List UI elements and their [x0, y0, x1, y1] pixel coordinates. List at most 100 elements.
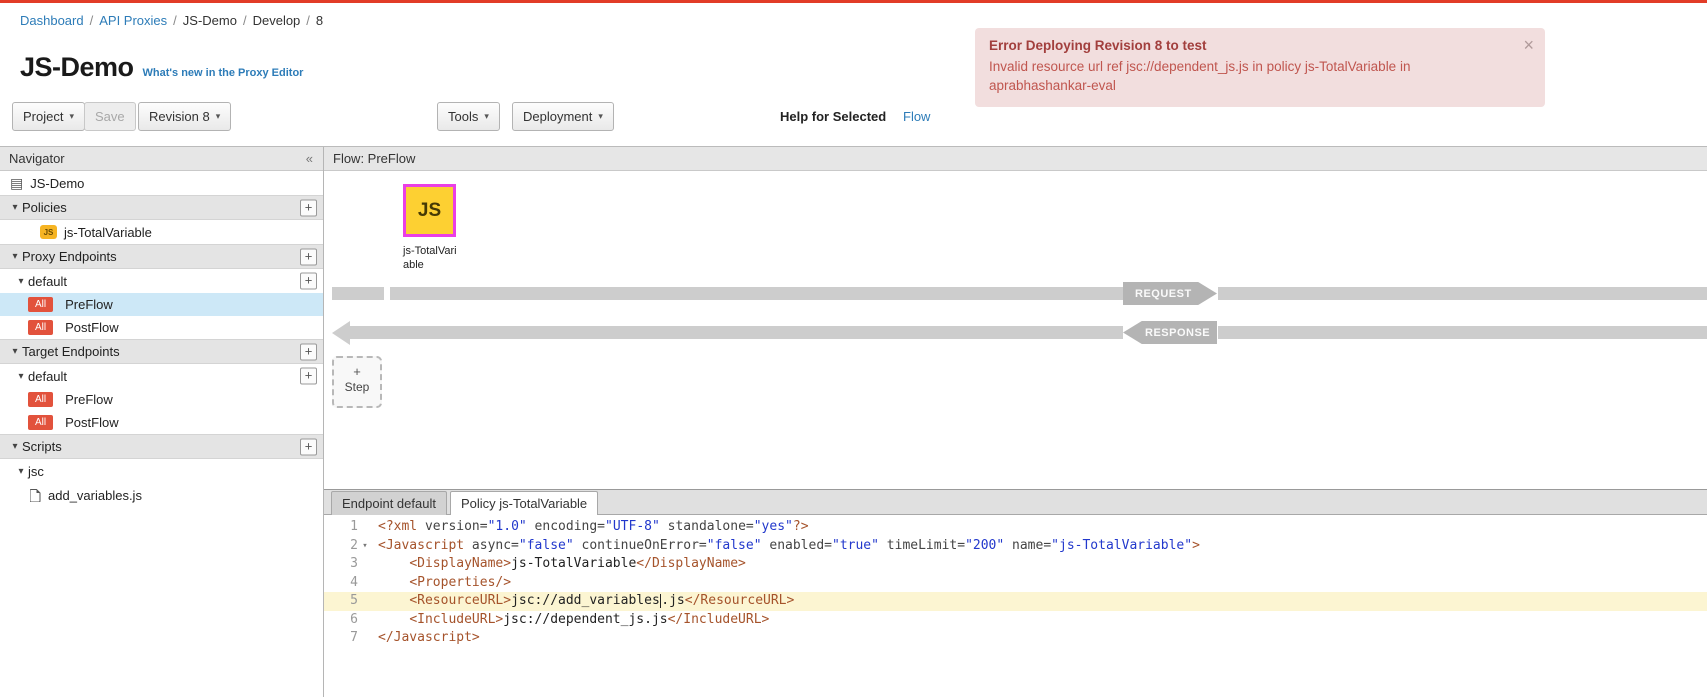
code-text: <ResourceURL>jsc://add_variables.js</Res… [372, 592, 794, 611]
breadcrumb-separator: / [173, 13, 177, 28]
page-header: JS-Demo What's new in the Proxy Editor [20, 52, 303, 83]
fold-gutter [358, 629, 372, 648]
section-label: Proxy Endpoints [22, 249, 117, 264]
nav-item-proxy-root[interactable]: ▤ JS-Demo [0, 171, 323, 195]
section-proxy-endpoints[interactable]: ▾ Proxy Endpoints + [0, 244, 323, 269]
flow-canvas: JS js-TotalVariable REQUEST RESPONSE + S… [324, 171, 1707, 489]
code-text: <IncludeURL>jsc://dependent_js.js</Inclu… [372, 611, 769, 630]
close-icon[interactable]: × [1523, 36, 1534, 54]
request-label-text: REQUEST [1135, 288, 1192, 300]
revision-button[interactable]: Revision 8 ▾ [138, 102, 231, 131]
add-proxy-flow-button[interactable]: + [300, 273, 317, 290]
nav-item-label: js-TotalVariable [64, 225, 152, 240]
nav-item-label: default [28, 274, 67, 289]
add-policy-button[interactable]: + [300, 199, 317, 216]
deployment-button[interactable]: Deployment ▾ [512, 102, 614, 131]
add-proxy-endpoint-button[interactable]: + [300, 248, 317, 265]
nav-item-label: PostFlow [65, 415, 118, 430]
breadcrumb-separator: / [306, 13, 310, 28]
nav-item-jsc-folder[interactable]: ▾ jsc [0, 459, 323, 483]
code-line: 6 <IncludeURL>jsc://dependent_js.js</Inc… [324, 611, 1707, 630]
add-step-label: Step [345, 380, 370, 394]
breadcrumb-dashboard[interactable]: Dashboard [20, 13, 84, 28]
add-target-endpoint-button[interactable]: + [300, 343, 317, 360]
code-text: <DisplayName>js-TotalVariable</DisplayNa… [372, 555, 746, 574]
fold-arrow-icon[interactable]: ▾ [358, 537, 372, 556]
chevron-down-icon: ▾ [14, 371, 28, 382]
nav-item-proxy-preflow[interactable]: All PreFlow [0, 293, 323, 316]
main-area: Navigator « ▤ JS-Demo ▾ Policies + JS js… [0, 146, 1707, 697]
line-number: 6 [324, 611, 358, 630]
all-conditions-badge: All [28, 415, 53, 430]
project-button-label: Project [23, 109, 63, 124]
line-number: 7 [324, 629, 358, 648]
whats-new-link[interactable]: What's new in the Proxy Editor [143, 67, 304, 79]
fold-gutter [358, 611, 372, 630]
editor-tabbar: Endpoint default Policy js-TotalVariable [324, 490, 1707, 515]
fold-gutter [358, 518, 372, 537]
collapse-sidebar-icon[interactable]: « [306, 147, 313, 170]
section-scripts[interactable]: ▾ Scripts + [0, 434, 323, 459]
error-banner: Error Deploying Revision 8 to test Inval… [975, 28, 1545, 107]
request-track-tail [1218, 287, 1707, 300]
code-area[interactable]: 1<?xml version="1.0" encoding="UTF-8" st… [324, 515, 1707, 697]
add-script-button[interactable]: + [300, 438, 317, 455]
section-policies[interactable]: ▾ Policies + [0, 195, 323, 220]
section-label: Policies [22, 200, 67, 215]
navigator-panel: Navigator « ▤ JS-Demo ▾ Policies + JS js… [0, 147, 324, 697]
chevron-down-icon: ▾ [8, 202, 22, 213]
response-track [349, 326, 1123, 339]
nav-item-label: PreFlow [65, 297, 113, 312]
line-number: 3 [324, 555, 358, 574]
nav-item-proxy-postflow[interactable]: All PostFlow [0, 316, 323, 339]
code-line: 7</Javascript> [324, 629, 1707, 648]
section-label: Scripts [22, 439, 62, 454]
flow-header-label: Flow: PreFlow [333, 151, 415, 166]
nav-item-target-default[interactable]: ▾ default + [0, 364, 323, 388]
response-flow-label: RESPONSE [1123, 321, 1217, 344]
code-editor-panel: Endpoint default Policy js-TotalVariable… [324, 489, 1707, 697]
tab-policy-js-totalvariable[interactable]: Policy js-TotalVariable [450, 491, 598, 515]
project-button[interactable]: Project ▾ [12, 102, 85, 131]
response-label-text: RESPONSE [1145, 327, 1210, 339]
nav-item-target-postflow[interactable]: All PostFlow [0, 411, 323, 434]
flow-editor-panel: Flow: PreFlow JS js-TotalVariable REQUES… [324, 147, 1707, 697]
response-track-tail [1218, 326, 1707, 339]
flow-help-link[interactable]: Flow [903, 102, 930, 131]
page-title: JS-Demo [20, 52, 134, 83]
chevron-down-icon: ▾ [598, 111, 603, 122]
plus-icon: + [334, 364, 380, 380]
all-conditions-badge: All [28, 392, 53, 407]
breadcrumb: Dashboard/API Proxies/JS-Demo/Develop/8 [20, 13, 323, 28]
add-step-button[interactable]: + Step [332, 356, 382, 408]
nav-item-proxy-default[interactable]: ▾ default + [0, 269, 323, 293]
javascript-policy-icon: JS [40, 225, 57, 239]
chevron-down-icon: ▾ [8, 441, 22, 452]
nav-item-add-variables-js[interactable]: add_variables.js [0, 483, 323, 507]
nav-item-target-preflow[interactable]: All PreFlow [0, 388, 323, 411]
chevron-down-icon: ▾ [484, 111, 489, 122]
line-number: 4 [324, 574, 358, 593]
code-text: <Javascript async="false" continueOnErro… [372, 537, 1200, 556]
chevron-down-icon: ▾ [8, 346, 22, 357]
code-line: 3 <DisplayName>js-TotalVariable</Display… [324, 555, 1707, 574]
nav-item-label: JS-Demo [30, 176, 84, 191]
save-button[interactable]: Save [84, 102, 136, 131]
chevron-down-icon: ▾ [69, 111, 74, 122]
help-for-selected-label: Help for Selected [780, 102, 886, 131]
revision-button-label: Revision 8 [149, 109, 210, 124]
policy-node-js-totalvariable[interactable]: JS [403, 184, 456, 237]
breadcrumb-api-proxies[interactable]: API Proxies [99, 13, 167, 28]
code-line: 1<?xml version="1.0" encoding="UTF-8" st… [324, 518, 1707, 537]
nav-item-label: PostFlow [65, 320, 118, 335]
all-conditions-badge: All [28, 297, 53, 312]
tab-endpoint-default[interactable]: Endpoint default [331, 491, 447, 515]
section-target-endpoints[interactable]: ▾ Target Endpoints + [0, 339, 323, 364]
request-track-stub [332, 287, 384, 300]
tools-button[interactable]: Tools ▾ [437, 102, 500, 131]
fold-gutter [358, 574, 372, 593]
nav-item-policy-js-totalvariable[interactable]: JS js-TotalVariable [0, 220, 323, 244]
add-target-flow-button[interactable]: + [300, 368, 317, 385]
request-flow-label: REQUEST [1123, 282, 1217, 305]
request-track [390, 287, 1123, 300]
